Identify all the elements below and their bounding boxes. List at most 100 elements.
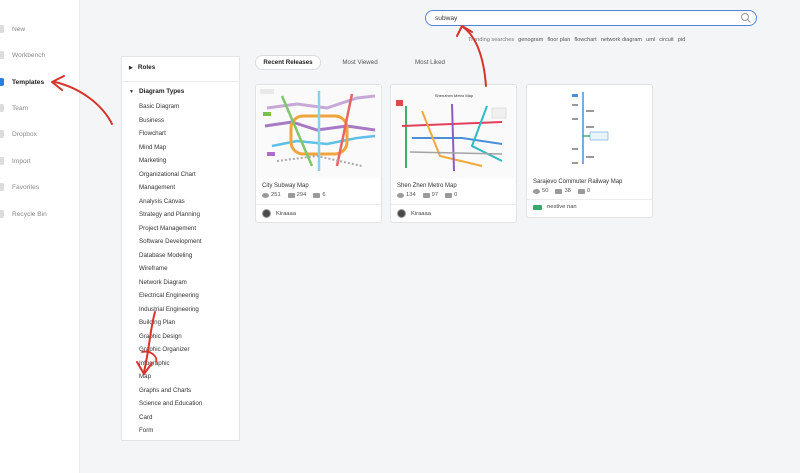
arrowhead-search bbox=[456, 25, 473, 37]
nav-templates[interactable]: Templates bbox=[0, 72, 80, 92]
team-icon bbox=[0, 104, 4, 112]
nav-recycle-bin[interactable]: Recycle Bin bbox=[0, 204, 80, 224]
category-item[interactable]: Management bbox=[139, 184, 175, 191]
nav-workbench[interactable]: Workbench bbox=[0, 45, 80, 65]
views-stat: 50 bbox=[533, 188, 548, 194]
trending-network-diagram[interactable]: network diagram bbox=[601, 37, 642, 43]
template-card[interactable]: City Subway Map 251 294 6 Kiraaaa bbox=[255, 84, 382, 223]
eye-icon bbox=[397, 192, 404, 198]
category-item[interactable]: Map bbox=[139, 373, 151, 380]
card-stats: 251 294 6 bbox=[262, 192, 326, 198]
thumbs-up-icon bbox=[313, 192, 321, 198]
trending-floor-plan[interactable]: floor plan bbox=[547, 37, 570, 43]
trending-searches: Trending searches genogram floor plan fl… bbox=[468, 37, 685, 43]
trending-circuit[interactable]: circuit bbox=[659, 37, 674, 43]
category-item[interactable]: Basic Diagram bbox=[139, 103, 179, 110]
eye-icon bbox=[262, 192, 269, 198]
category-item[interactable]: Graphic Organizer bbox=[139, 346, 190, 353]
avatar bbox=[397, 209, 406, 218]
divider bbox=[391, 204, 516, 205]
category-item[interactable]: Form bbox=[139, 427, 153, 434]
copies-stat: 38 bbox=[555, 188, 571, 194]
category-item[interactable]: Wireframe bbox=[139, 265, 168, 272]
category-item[interactable]: Mind Map bbox=[139, 144, 166, 151]
category-item[interactable]: Infographic bbox=[139, 360, 170, 367]
category-item[interactable]: Graphic Design bbox=[139, 333, 182, 340]
shenzhen-metro-map-thumbnail: Shenzhen Metro Map bbox=[392, 86, 515, 178]
thumbs-up-icon bbox=[445, 192, 453, 198]
card-author: nestive nan bbox=[533, 204, 577, 210]
recycle-bin-icon bbox=[0, 210, 4, 218]
category-item[interactable]: Electrical Engineering bbox=[139, 292, 199, 299]
annotation-arrows bbox=[51, 25, 487, 375]
trending-flowchart[interactable]: flowchart bbox=[574, 37, 596, 43]
import-icon bbox=[0, 157, 4, 165]
divider bbox=[527, 199, 652, 200]
category-item[interactable]: Industrial Engineering bbox=[139, 306, 199, 313]
trending-label: Trending searches bbox=[468, 37, 515, 43]
category-item[interactable]: Graphs and Charts bbox=[139, 387, 191, 394]
views-stat: 251 bbox=[262, 192, 281, 198]
search-bar bbox=[425, 10, 757, 26]
templates-icon bbox=[0, 78, 4, 86]
diagram-types-section[interactable]: ▼ Diagram Types bbox=[129, 88, 184, 95]
template-card[interactable]: Shenzhen Metro Map Shen Zhen Metro Map 1… bbox=[390, 84, 517, 223]
copy-icon bbox=[422, 192, 430, 198]
category-item[interactable]: Card bbox=[139, 414, 152, 421]
arrow-to-search bbox=[462, 26, 487, 87]
new-icon bbox=[0, 25, 4, 33]
favorites-icon bbox=[0, 183, 4, 191]
card-author: Kiraaaa bbox=[262, 209, 296, 218]
card-author: Kiraaaa bbox=[397, 209, 431, 218]
copies-stat: 97 bbox=[422, 192, 438, 198]
nav-import[interactable]: Import bbox=[0, 151, 80, 171]
nav-dropbox[interactable]: Dropbox bbox=[0, 124, 80, 144]
search-icon[interactable] bbox=[740, 12, 752, 24]
nav-team[interactable]: Team bbox=[0, 98, 80, 118]
roles-section[interactable]: ▶ Roles bbox=[129, 64, 155, 71]
card-title: Sarajevo Commuter Railway Map bbox=[533, 179, 623, 185]
trending-uml[interactable]: uml bbox=[646, 37, 655, 43]
nav-favorites[interactable]: Favorites bbox=[0, 177, 80, 197]
tab-recent-releases[interactable]: Recent Releases bbox=[255, 55, 321, 70]
copy-icon bbox=[287, 192, 295, 198]
card-stats: 50 38 0 bbox=[533, 188, 590, 194]
avatar bbox=[262, 209, 271, 218]
category-item[interactable]: Marketing bbox=[139, 157, 166, 164]
thumbnail-heading: Shenzhen Metro Map bbox=[435, 93, 474, 98]
workbench-icon bbox=[0, 51, 4, 59]
tab-most-liked[interactable]: Most Liked bbox=[410, 55, 450, 70]
category-panel: ▶ Roles ▼ Diagram Types Basic Diagram Busi… bbox=[121, 56, 240, 441]
category-item[interactable]: Analysis Canvas bbox=[139, 198, 185, 205]
category-item[interactable]: Organizational Chart bbox=[139, 171, 196, 178]
likes-stat: 0 bbox=[445, 192, 457, 198]
copies-stat: 294 bbox=[287, 192, 306, 198]
divider bbox=[256, 204, 381, 205]
tab-most-viewed[interactable]: Most Viewed bbox=[334, 55, 386, 70]
thumbs-up-icon bbox=[577, 188, 585, 194]
likes-stat: 6 bbox=[313, 192, 326, 198]
template-card[interactable]: Sarajevo Commuter Railway Map 50 38 0 ne… bbox=[526, 84, 653, 218]
chevron-down-icon: ▼ bbox=[129, 88, 134, 95]
sidebar: New Workbench Templates Team Dropbox Imp… bbox=[0, 0, 80, 473]
card-stats: 134 97 0 bbox=[397, 192, 457, 198]
category-item[interactable]: Business bbox=[139, 117, 164, 124]
copy-icon bbox=[555, 188, 563, 194]
category-item[interactable]: Software Development bbox=[139, 238, 202, 245]
trending-pid[interactable]: pid bbox=[678, 37, 685, 43]
category-item[interactable]: Strategy and Planning bbox=[139, 211, 200, 218]
category-item[interactable]: Database Modeling bbox=[139, 252, 192, 259]
author-badge-icon bbox=[533, 204, 542, 210]
search-input[interactable] bbox=[435, 13, 735, 24]
dropbox-icon bbox=[0, 130, 4, 138]
nav-new[interactable]: New bbox=[0, 19, 80, 39]
category-item[interactable]: Science and Education bbox=[139, 400, 202, 407]
divider bbox=[122, 81, 239, 82]
eye-icon bbox=[533, 188, 540, 194]
card-title: Shen Zhen Metro Map bbox=[397, 183, 457, 189]
category-item[interactable]: Project Management bbox=[139, 225, 196, 232]
category-item[interactable]: Flowchart bbox=[139, 130, 166, 137]
trending-genogram[interactable]: genogram bbox=[518, 37, 543, 43]
category-item[interactable]: Network Diagram bbox=[139, 279, 187, 286]
category-item[interactable]: Building Plan bbox=[139, 319, 175, 326]
